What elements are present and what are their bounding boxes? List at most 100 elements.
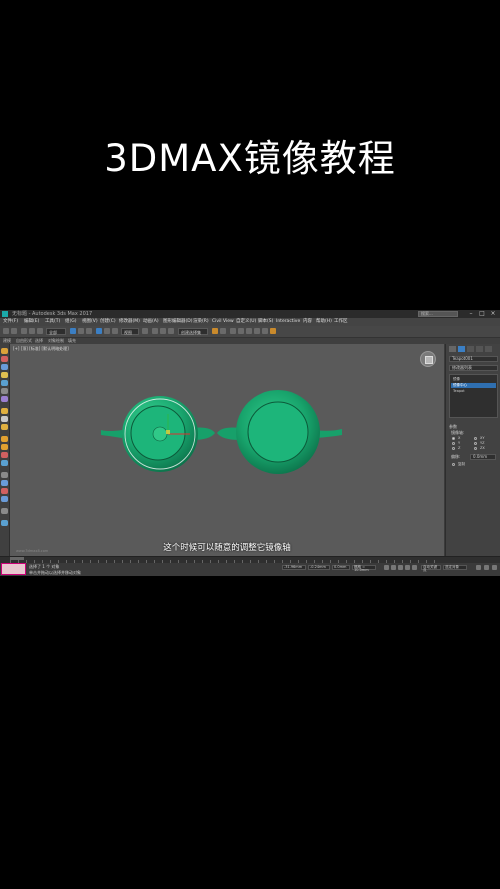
menu-workspace[interactable]: 工作区 — [334, 318, 348, 326]
menu-help[interactable]: 帮助(H) — [316, 318, 332, 326]
layer-icon[interactable] — [1, 436, 8, 442]
rect-selection-icon[interactable] — [86, 328, 92, 334]
reference-coord-dropdown[interactable]: 视图 — [121, 328, 139, 335]
unlink-icon[interactable] — [29, 328, 35, 334]
time-slider-handle[interactable] — [10, 557, 24, 560]
menu-customize[interactable]: 自定义(U) — [236, 318, 256, 326]
curve-editor-icon[interactable] — [238, 328, 244, 334]
modify-tab-icon[interactable] — [458, 346, 465, 352]
menu-scripting[interactable]: 脚本(S) — [258, 318, 273, 326]
axis-zx-radio[interactable]: ZX — [474, 446, 496, 451]
stack-item-teapot[interactable]: Teapot — [451, 389, 496, 394]
menu-content[interactable]: 内容 — [303, 318, 312, 326]
play-icon[interactable] — [398, 565, 403, 570]
render-setup-icon[interactable] — [262, 328, 268, 334]
display-geometry-icon[interactable] — [1, 356, 8, 362]
menu-tools[interactable]: 工具(T) — [45, 318, 60, 326]
go-to-end-icon[interactable] — [412, 565, 417, 570]
hide-icon[interactable] — [1, 460, 8, 466]
selection-filter-dropdown[interactable]: 全部 — [46, 328, 66, 335]
z-coord-field[interactable]: 0.0mm — [332, 565, 350, 570]
zoom-icon[interactable] — [476, 565, 481, 570]
freeze-icon[interactable] — [1, 452, 8, 458]
stack-item-mirror-center[interactable]: 镜像中心 — [451, 383, 496, 388]
menu-interactive[interactable]: Interactive — [276, 318, 300, 326]
display-helpers-icon[interactable] — [1, 388, 8, 394]
stack-item-mirror[interactable]: 镜像 — [451, 377, 496, 382]
auto-key-button[interactable]: 自动关键点 — [421, 565, 441, 572]
find-icon[interactable] — [1, 496, 8, 502]
menu-civil-view[interactable]: Civil View — [212, 318, 234, 326]
scene-icon[interactable] — [1, 520, 8, 526]
render-icon[interactable] — [270, 328, 276, 334]
select-scale-icon[interactable] — [112, 328, 118, 334]
select-dependents-icon[interactable] — [1, 480, 8, 486]
modifier-list-dropdown[interactable]: 修改器列表 — [449, 365, 498, 371]
named-selection-dropdown[interactable]: 创建选择集 — [178, 328, 208, 335]
copy-checkbox[interactable]: 复制 — [452, 462, 496, 467]
select-rotate-icon[interactable] — [104, 328, 110, 334]
layer-explorer-icon[interactable] — [230, 328, 236, 334]
menu-modifiers[interactable]: 修改器(M) — [119, 318, 140, 326]
viewport-top[interactable]: [+] [顶] [标准] [默认明暗处理] 这个时候可以随意的调整它镜像轴 ww… — [10, 344, 444, 556]
prev-frame-icon[interactable] — [391, 565, 396, 570]
material-editor-icon[interactable] — [254, 328, 260, 334]
mirror-icon[interactable] — [212, 328, 218, 334]
menu-rendering[interactable]: 渲染(R) — [193, 318, 209, 326]
display-shapes-icon[interactable] — [1, 364, 8, 370]
teapot-original[interactable] — [101, 396, 215, 472]
minimize-icon[interactable]: – — [466, 310, 476, 318]
undo-icon[interactable] — [3, 328, 9, 334]
menu-edit[interactable]: 编辑(E) — [24, 318, 39, 326]
display-all-icon[interactable] — [1, 408, 8, 414]
teapot-mirrored[interactable] — [217, 390, 342, 474]
hierarchy-tab-icon[interactable] — [467, 346, 474, 352]
filter-icon[interactable] — [1, 416, 8, 422]
menu-animation[interactable]: 动画(A) — [143, 318, 159, 326]
orbit-icon[interactable] — [492, 565, 497, 570]
display-cameras-icon[interactable] — [1, 380, 8, 386]
selected-dropdown[interactable]: 选定对象 — [443, 565, 467, 570]
search-input[interactable]: 搜索... — [418, 311, 458, 317]
display-lights-icon[interactable] — [1, 372, 8, 378]
hierarchy-icon[interactable] — [1, 444, 8, 450]
bind-space-warp-icon[interactable] — [37, 328, 43, 334]
menu-file[interactable]: 文件(F) — [3, 318, 18, 326]
invert-selection-icon[interactable] — [1, 488, 8, 494]
align-icon[interactable] — [220, 328, 226, 334]
x-coord-field[interactable]: -31.96mm — [282, 565, 306, 570]
redo-icon[interactable] — [11, 328, 17, 334]
link-icon[interactable] — [21, 328, 27, 334]
offset-spinner[interactable]: 0.0mm — [470, 454, 496, 460]
snap-toggle-icon[interactable] — [152, 328, 158, 334]
motion-tab-icon[interactable] — [476, 346, 483, 352]
pivot-center-icon[interactable] — [142, 328, 148, 334]
modifier-stack[interactable]: 镜像 镜像中心 Teapot — [449, 374, 498, 418]
select-by-name-icon[interactable] — [78, 328, 84, 334]
select-children-icon[interactable] — [1, 472, 8, 478]
object-name-field[interactable]: Teapot001 — [449, 356, 498, 362]
sort-icon[interactable] — [1, 424, 8, 430]
close-icon[interactable]: × — [488, 310, 498, 318]
maximize-icon[interactable]: □ — [477, 310, 487, 318]
y-coord-field[interactable]: -0.24mm — [308, 565, 330, 570]
settings-icon[interactable] — [1, 508, 8, 514]
menu-group[interactable]: 组(G) — [65, 318, 77, 326]
create-tab-icon[interactable] — [449, 346, 456, 352]
percent-snap-icon[interactable] — [168, 328, 174, 334]
go-to-start-icon[interactable] — [384, 565, 389, 570]
schematic-view-icon[interactable] — [246, 328, 252, 334]
menu-create[interactable]: 创建(C) — [100, 318, 116, 326]
gizmo-plane-handle[interactable] — [166, 430, 170, 434]
axis-yz-radio[interactable]: YZ — [474, 441, 496, 446]
select-object-icon[interactable] — [70, 328, 76, 334]
axis-xy-radio[interactable]: XY — [474, 436, 496, 441]
display-none-icon[interactable] — [1, 348, 8, 354]
display-spacewarps-icon[interactable] — [1, 396, 8, 402]
select-move-icon[interactable] — [96, 328, 102, 334]
maxscript-listener[interactable] — [1, 563, 26, 575]
next-frame-icon[interactable] — [405, 565, 410, 570]
pan-icon[interactable] — [484, 565, 489, 570]
angle-snap-icon[interactable] — [160, 328, 166, 334]
display-tab-icon[interactable] — [485, 346, 492, 352]
